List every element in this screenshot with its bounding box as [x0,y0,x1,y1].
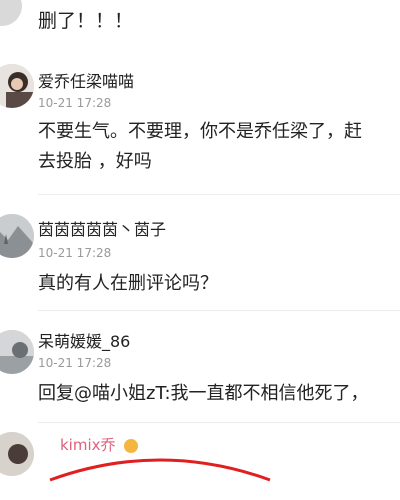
annotation-circle [49,458,271,482]
avatar[interactable] [0,64,34,108]
user-avatar-image [0,432,34,476]
comment-username[interactable]: 茵茵茵茵茵丶茵子 [38,216,166,240]
comment-timestamp: 10-21 17:28 [38,96,112,110]
avatar[interactable] [0,432,34,476]
comment-text-line: 回复@喵小姐zT:我一直都不相信他死了， [38,383,369,404]
user-avatar-image [0,64,34,108]
avatar[interactable] [0,214,34,258]
divider [38,194,400,195]
comment-text-line: 去投胎 ，好吗 [38,151,152,172]
avatar[interactable] [0,330,34,374]
comment-text-line: 真的有人在删评论吗？ [38,273,218,294]
comment-username[interactable]: 爱乔任梁喵喵 [38,68,134,92]
user-avatar-image [0,330,34,374]
comment-timestamp: 10-21 17:28 [38,356,112,370]
comment-timestamp: 10-21 17:28 [38,246,112,260]
divider [38,310,400,311]
user-avatar-image [0,214,34,258]
avatar[interactable] [0,0,22,26]
comment-fragment-text: 删了！！！ [38,10,134,32]
divider [38,422,400,423]
comment-username[interactable]: 呆萌媛媛_86 [38,328,130,352]
comment-text-line: 不要生气。不要理，你不是乔任梁了，赶 [38,121,362,142]
